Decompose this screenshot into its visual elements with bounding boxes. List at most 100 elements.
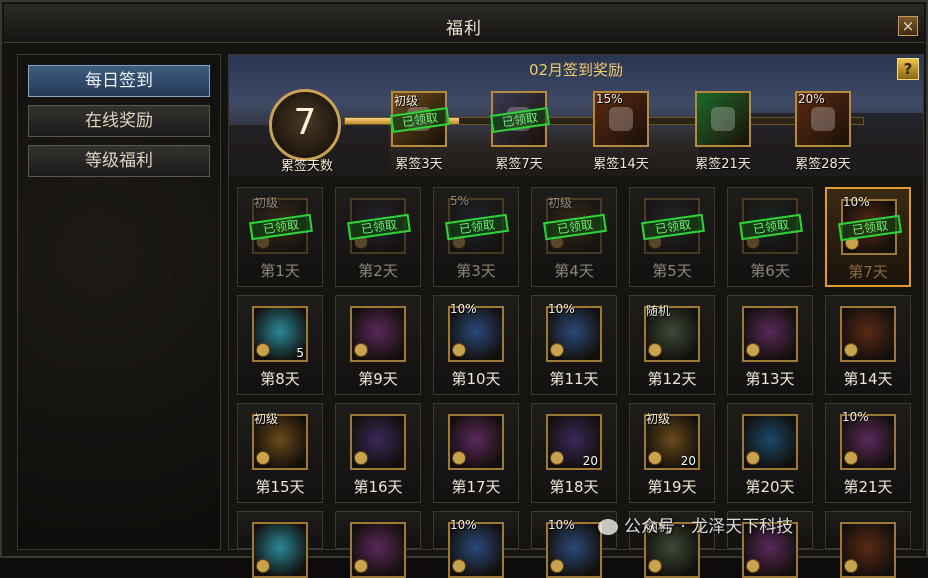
daily-reward-cell[interactable] [825, 511, 911, 578]
item-tag: 初级 [646, 412, 671, 426]
daily-reward-cell[interactable]: 10% 第10天 [433, 295, 519, 395]
daily-reward-cell[interactable]: 第20天 [727, 403, 813, 503]
daily-reward-cell[interactable]: 已领取 第5天 [629, 187, 715, 287]
daily-reward-cell[interactable]: 10% 第21天 [825, 403, 911, 503]
bound-coin-icon [354, 451, 368, 465]
daily-reward-cell[interactable]: 初级 已领取 第1天 [237, 187, 323, 287]
daily-reward-cell[interactable] [335, 511, 421, 578]
close-button[interactable]: × [898, 16, 918, 36]
daily-reward-cell[interactable]: 初级 已领取 第4天 [531, 187, 617, 287]
item-tag: 初级 [254, 412, 279, 426]
bound-coin-icon [746, 343, 760, 357]
scroll-bundle-icon: 20 [546, 414, 602, 470]
day-label: 第12天 [647, 370, 697, 388]
bound-coin-icon [746, 559, 760, 573]
milestone-tag: 初级 [394, 94, 419, 108]
bound-coin-icon [550, 343, 564, 357]
item-tag: 随机 [646, 304, 671, 318]
day-label: 第14天 [843, 370, 893, 388]
daily-reward-cell[interactable]: 随机第12天 [629, 295, 715, 395]
daily-reward-cell[interactable]: 10% 第11天 [531, 295, 617, 395]
daily-reward-cell[interactable]: 20 第18天 [531, 403, 617, 503]
day-label: 第10天 [451, 370, 501, 388]
daily-reward-cell[interactable]: 5% 已领取 第3天 [433, 187, 519, 287]
item-tag: 10% [548, 518, 575, 532]
red-pouch-icon [448, 414, 504, 470]
item-tag: 5% [450, 194, 470, 208]
day-label: 第8天 [260, 370, 300, 388]
day-label: 第15天 [255, 478, 305, 496]
ore-icon [350, 414, 406, 470]
item-tag: 10% [548, 302, 575, 316]
item-tag: 10% [450, 518, 477, 532]
day-label: 第6天 [750, 262, 790, 280]
day-label: 第2天 [358, 262, 398, 280]
tab-online-reward[interactable]: 在线奖励 [28, 105, 210, 137]
daily-reward-cell[interactable] [237, 511, 323, 578]
daily-reward-cell[interactable]: 第16天 [335, 403, 421, 503]
bound-coin-icon [844, 451, 858, 465]
checkin-banner: 02月签到奖励 ? 7 累签天数 初级 已领取 累签3天 已领取 累签7天 15% 累签14… [229, 55, 923, 177]
bound-coin-icon [746, 451, 760, 465]
milestone-reward-3[interactable]: 15% [593, 91, 649, 147]
welfare-window: 福利 × 每日签到 在线奖励 等级福利 02月签到奖励 ? 7 累签天数 初级已… [0, 0, 928, 578]
item-tag: 初级 [254, 196, 279, 210]
bound-coin-icon [844, 559, 858, 573]
day-label: 第17天 [451, 478, 501, 496]
map-scroll-icon: 5 [252, 306, 308, 362]
orange-potion-icon [350, 522, 406, 578]
bound-coin-icon [452, 343, 466, 357]
daily-reward-cell[interactable]: 第14天 [825, 295, 911, 395]
bound-coin-icon [452, 559, 466, 573]
bound-coin-icon [550, 559, 564, 573]
day-label: 第16天 [353, 478, 403, 496]
help-button[interactable]: ? [897, 58, 919, 80]
bound-coin-icon [648, 343, 662, 357]
daily-reward-cell[interactable]: 第17天 [433, 403, 519, 503]
tab-daily-checkin[interactable]: 每日签到 [28, 65, 210, 97]
bound-coin-icon [452, 451, 466, 465]
daily-reward-cell[interactable]: 10% 已领取 第7天 [825, 187, 911, 287]
daily-reward-cell[interactable]: 5 第8天 [237, 295, 323, 395]
item-quantity: 20 [680, 454, 696, 468]
sidebar: 每日签到 在线奖励 等级福利 [17, 54, 221, 550]
title-bar: 福利 × [4, 4, 924, 43]
potion-white-icon [609, 107, 633, 131]
watermark-text: 公众号 · 龙泽天下科技 [624, 517, 794, 537]
daily-reward-cell[interactable]: 10% [433, 511, 519, 578]
firework-icon [742, 414, 798, 470]
daily-reward-cell[interactable]: 已领取 第6天 [727, 187, 813, 287]
day-label: 第20天 [745, 478, 795, 496]
milestone-label: 累签7天 [495, 157, 543, 172]
daily-reward-cell[interactable]: 已领取 第2天 [335, 187, 421, 287]
bound-coin-icon [256, 559, 270, 573]
daily-reward-cell[interactable]: 第9天 [335, 295, 421, 395]
blue-orb-icon [742, 306, 798, 362]
watermark: 公众号 · 龙泽天下科技 [598, 512, 793, 537]
potion-white-icon [811, 107, 835, 131]
milestone-reward-1[interactable]: 初级 已领取 [390, 91, 450, 147]
milestone-reward-2[interactable]: 已领取 [490, 91, 550, 147]
wechat-icon [598, 519, 618, 535]
banner-title: 02月签到奖励 [528, 61, 624, 79]
bound-coin-icon [648, 451, 662, 465]
day-label: 第19天 [647, 478, 697, 496]
item-tag: 10% [842, 410, 869, 424]
tab-level-welfare[interactable]: 等级福利 [28, 145, 210, 177]
day-label: 第5天 [652, 262, 692, 280]
day-label: 第3天 [456, 262, 496, 280]
map-scroll-icon [252, 522, 308, 578]
milestone-label: 累签14天 [593, 157, 649, 172]
item-quantity: 20 [582, 454, 598, 468]
daily-reward-cell[interactable]: 第13天 [727, 295, 813, 395]
bound-coin-icon [844, 343, 858, 357]
milestone-tag: 15% [596, 92, 623, 106]
bound-coin-icon [256, 343, 270, 357]
milestone-reward-5[interactable]: 20% [795, 91, 851, 147]
daily-reward-cell[interactable]: 初级第15天 [237, 403, 323, 503]
item-quantity: 5 [296, 346, 304, 360]
milestone-reward-4[interactable] [695, 91, 751, 147]
day-label: 第4天 [554, 262, 594, 280]
days-signed-label: 累签天数 [280, 159, 333, 174]
daily-reward-cell[interactable]: 20 初级第19天 [629, 403, 715, 503]
